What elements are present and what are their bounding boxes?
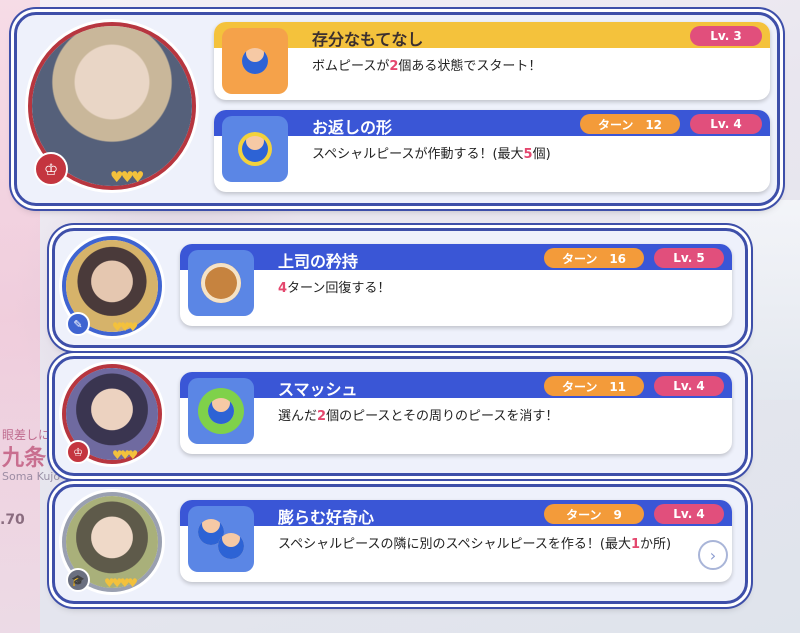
skill-panel[interactable]: 上司の矜持 ターン 16 Lv. 5 4ターン回復する！	[180, 244, 732, 326]
skill-level-badge: Lv. 4	[690, 114, 762, 134]
skill-title-band	[214, 110, 770, 136]
skill-turn-badge: ターン 11	[544, 376, 644, 396]
skill-title-band	[180, 372, 732, 398]
background-stat-number: .70	[0, 512, 25, 528]
skill-panel[interactable]: お返しの形 ターン 12 Lv. 4 スペシャルピースが作動する！(最大5個)	[214, 110, 770, 192]
chat-icon: ✎	[66, 312, 90, 336]
graduation-cap-icon: 🎓	[66, 568, 90, 592]
affection-hearts: ♥♥♥	[112, 320, 138, 334]
skill-title: お返しの形	[312, 118, 393, 137]
background-character-name: 九条	[2, 446, 47, 471]
skill-description: スペシャルピースが作動する！(最大5個)	[312, 147, 551, 162]
skill-description: 4ターン回復する！	[278, 281, 391, 296]
special-piece-icon	[222, 116, 288, 182]
skill-title-band	[180, 244, 732, 270]
smash-icon	[188, 378, 254, 444]
crown-icon: ♔	[34, 152, 68, 186]
affection-hearts: ♥♥♥	[112, 448, 138, 462]
skill-level-badge: Lv. 4	[654, 376, 724, 396]
skill-title-band	[214, 22, 770, 48]
donut-icon	[188, 250, 254, 316]
skill-turn-badge: ターン 12	[580, 114, 680, 134]
skill-turn-badge: ターン 16	[544, 248, 644, 268]
skill-level-badge: Lv. 3	[690, 26, 762, 46]
skill-level-badge: Lv. 4	[654, 504, 724, 524]
skill-title: 膨らむ好奇心	[278, 508, 375, 527]
skill-level-badge: Lv. 5	[654, 248, 724, 268]
bomb-piece-icon	[222, 28, 288, 94]
background-character-romaji: Soma Kujo	[2, 470, 61, 483]
skill-panel[interactable]: 膨らむ好奇心 ターン 9 Lv. 4 スペシャルピースの隣に別のスペシャルピース…	[180, 500, 732, 582]
chevron-right-icon[interactable]: ›	[698, 540, 728, 570]
skill-title-band	[180, 500, 732, 526]
crown-icon: ♔	[66, 440, 90, 464]
skill-turn-badge: ターン 9	[544, 504, 644, 524]
curiosity-icon	[188, 506, 254, 572]
affection-hearts: ♥♥♥	[110, 168, 144, 186]
affection-hearts: ♥♥♥♥	[104, 576, 138, 590]
skill-title: スマッシュ	[278, 380, 358, 399]
skill-title: 上司の矜持	[278, 252, 359, 271]
skill-description: ボムピースが2個ある状態でスタート！	[312, 59, 542, 74]
skill-panel[interactable]: スマッシュ ターン 11 Lv. 4 選んだ2個のピースとその周りのピースを消す…	[180, 372, 732, 454]
skill-title: 存分なもてなし	[312, 30, 424, 49]
skill-description: スペシャルピースの隣に別のスペシャルピースを作る！(最大1か所)	[278, 537, 672, 552]
skill-description: 選んだ2個のピースとその周りのピースを消す！	[278, 409, 559, 424]
skill-panel[interactable]: 存分なもてなし Lv. 3 ボムピースが2個ある状態でスタート！	[214, 22, 770, 100]
